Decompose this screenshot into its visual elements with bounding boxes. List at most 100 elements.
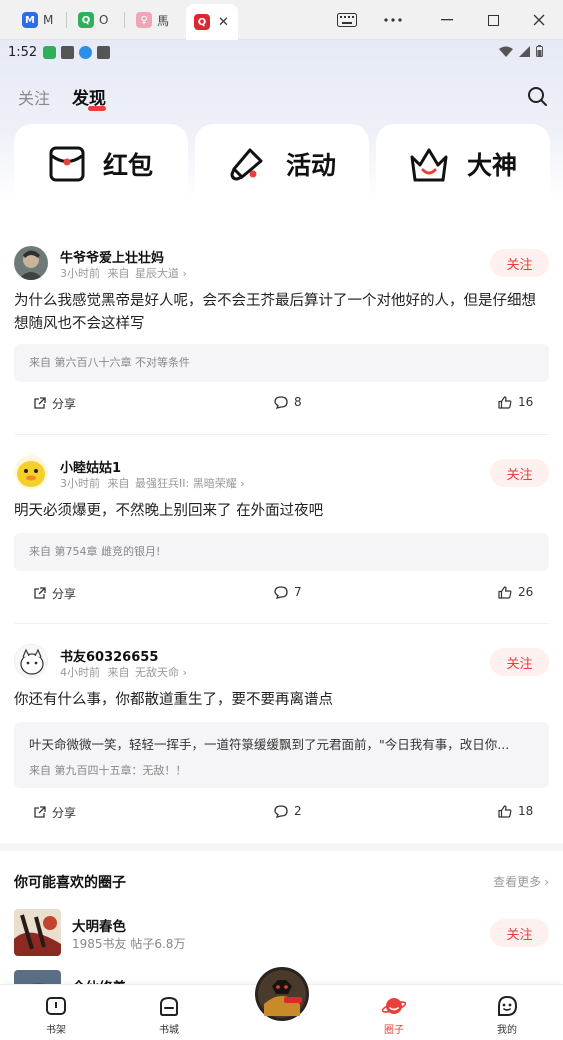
recommend-title: 你可能喜欢的圈子 [14,875,126,891]
like-button[interactable]: 18 [498,804,533,818]
more-options-icon[interactable] [370,0,416,40]
nav-profile[interactable]: 我的 [477,995,537,1036]
nav-label: 书城 [159,1025,179,1036]
view-more-link[interactable]: 查看更多 › [493,873,549,890]
post-author[interactable]: 牛爷爷爱上壮壮妈 [60,247,164,266]
status-bar: 1:52 [0,40,563,64]
share-button[interactable]: 分享 [33,585,76,602]
circle-cover [14,909,61,956]
share-icon [34,587,46,599]
comment-icon [274,804,288,818]
post-divider [14,623,549,624]
download-icon [79,45,93,59]
keyboard-icon[interactable] [324,0,370,40]
category-redpacket-button[interactable]: 红包 [14,124,188,204]
envelope-icon [49,146,85,182]
follow-button[interactable]: 关注 [490,919,549,947]
post-actions: 分享 7 26 [0,585,563,609]
category-activity-button[interactable]: 活动 [195,124,369,204]
category-label: 红包 [102,151,153,180]
notification-app-icon [43,45,57,59]
browser-tab-strip: M M Q O ♀ 馬 Q ✕ [0,0,563,40]
follow-button[interactable]: 关注 [490,459,549,487]
share-icon [34,806,46,818]
browser-tab-2[interactable]: Q O [70,6,116,34]
share-label: 分享 [52,806,77,820]
post-text: 为什么我感觉黑帝是好人呢，会不会王芥最后算计了一个对他好的人，但是仔细想想随风也… [14,293,536,332]
post-actions: 分享 2 18 [0,804,563,828]
section-separator [0,843,563,851]
comment-button[interactable]: 8 [274,395,302,409]
like-button[interactable]: 26 [498,585,533,599]
bookstore-icon [160,996,178,1016]
minimize-icon[interactable] [424,0,470,40]
notification-app-icon [97,45,111,59]
post-source-prefix: 来自 [107,666,130,679]
tab-discover[interactable]: 发现 [72,84,107,111]
nav-label: 我的 [497,1025,517,1036]
chevron-right-icon: › [182,666,187,679]
nav-circle[interactable]: 圈子 [364,995,424,1036]
notification-app-icon [61,45,75,59]
tab-close-icon[interactable]: ✕ [218,15,229,30]
browser-tab-1[interactable]: M M [14,6,61,34]
thumbs-up-icon [498,585,512,599]
nav-bookstore[interactable]: 书城 [139,995,199,1036]
chevron-right-icon: › [240,477,245,490]
comment-count: 8 [294,395,302,409]
bookshelf-icon [46,997,66,1015]
window-close-icon[interactable] [516,0,562,40]
category-label: 大神 [466,151,517,180]
app-favicon-icon: Q [194,14,210,30]
post-meta: 4小时前 来自 无敌天命 › [60,664,187,680]
circle-stats: 1985书友 帖子6.8万 [72,937,186,951]
profile-icon [498,995,518,1016]
category-master-button[interactable]: 大神 [376,124,550,204]
post-author[interactable]: 书友60326655 [60,646,158,665]
category-label: 活动 [285,151,336,180]
post-quote[interactable]: 叶天命微微一笑，轻轻一挥手，一道符箓缓缓飘到了元君面前，"今日我有事，改日你..… [14,722,549,788]
post-source-link[interactable]: 星辰大道 [135,267,179,280]
avatar[interactable] [14,455,48,489]
post-text: 你还有什么事，你都散道重生了，要不要再离谱点 [14,692,333,708]
like-button[interactable]: 16 [498,395,533,409]
comment-button[interactable]: 7 [274,585,302,599]
post-author[interactable]: 小睦姑姑1 [60,457,121,476]
status-time: 1:52 [8,44,38,60]
post-divider [14,434,549,435]
comment-icon [274,395,288,409]
tab-follow[interactable]: 关注 [18,85,50,109]
featured-book-badge[interactable] [254,966,310,1022]
avatar[interactable] [14,246,48,280]
top-tabs: 关注 发现 [18,84,107,111]
chevron-right-icon: › [544,874,549,889]
post-meta: 3小时前 来自 最强狂兵II: 黑暗荣耀 › [60,475,245,491]
post-actions: 分享 8 16 [0,395,563,419]
follow-button[interactable]: 关注 [490,249,549,277]
app-favicon-icon: ♀ [136,12,152,28]
maximize-icon[interactable] [470,0,516,40]
share-button[interactable]: 分享 [33,804,76,821]
comment-count: 7 [294,585,302,599]
post-quote[interactable]: 来自 第六百八十六章 不对等条件 [14,344,549,382]
app-favicon-icon: M [22,12,38,28]
signal-icon [519,45,530,57]
active-tab-indicator [88,106,107,111]
post-source-link[interactable]: 无敌天命 [135,666,179,679]
share-button[interactable]: 分享 [33,395,76,412]
follow-button[interactable]: 关注 [490,648,549,676]
post-quote[interactable]: 来自 第754章 雌竞的银月! [14,533,549,571]
nav-bookshelf[interactable]: 书架 [26,995,86,1036]
comment-button[interactable]: 2 [274,804,302,818]
post-time: 3小时前 [60,267,100,280]
avatar[interactable] [14,644,48,678]
browser-tab-3[interactable]: ♀ 馬 [128,6,177,34]
post-time: 3小时前 [60,477,100,490]
share-icon [34,397,46,409]
view-more-label: 查看更多 [493,875,542,889]
browser-tab-active[interactable]: Q ✕ [186,4,238,40]
post-source-link[interactable]: 最强狂兵II: 黑暗荣耀 [135,477,237,490]
browser-tab-label: O [99,13,109,27]
search-icon[interactable] [527,86,547,106]
megaphone-icon [230,148,263,181]
